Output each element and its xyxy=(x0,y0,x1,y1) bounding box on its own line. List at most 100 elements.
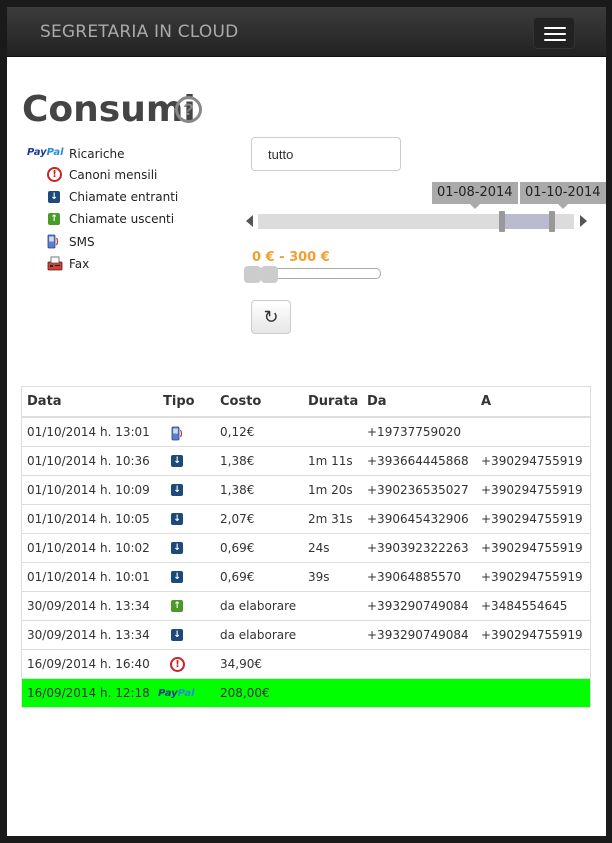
refresh-button[interactable]: ↻ xyxy=(251,300,291,334)
cell-tipo: ↓ xyxy=(158,532,215,562)
cell-durata xyxy=(303,590,362,620)
type-filter-input[interactable] xyxy=(251,137,401,171)
cell-a xyxy=(476,677,590,707)
arrow-down-icon: ↓ xyxy=(171,541,183,554)
date-to-tooltip: 01-10-2014 xyxy=(520,182,606,209)
column-header-data[interactable]: Data xyxy=(22,387,158,418)
arrow-up-icon: ↑ xyxy=(171,599,183,612)
legend-label: Chiamate entranti xyxy=(69,190,179,204)
cell-a: +390294755919 xyxy=(476,474,590,504)
cell-a: +390294755919 xyxy=(476,561,590,591)
cell-da: +390392322263 xyxy=(362,532,476,562)
cell-durata: 2m 31s xyxy=(303,503,362,533)
cell-durata: 39s xyxy=(303,561,362,591)
cell-durata: 24s xyxy=(303,532,362,562)
hamburger-icon-bar xyxy=(544,39,566,41)
cell-a: +390294755919 xyxy=(476,619,590,649)
legend-label: Fax xyxy=(69,257,90,271)
cell-durata xyxy=(303,677,362,707)
cell-da xyxy=(362,677,476,707)
cell-da: +19737759020 xyxy=(362,416,476,446)
cell-data: 01/10/2014 h. 10:09 xyxy=(22,474,158,504)
table-row[interactable]: 30/09/2014 h. 13:34 ↓ da elaborare +3932907… xyxy=(22,619,590,649)
cost-range-label: 0 € - 300 € xyxy=(252,250,330,265)
brand-logo[interactable]: SEGRETARIA IN CLOUD xyxy=(40,22,238,42)
help-icon[interactable]: ? xyxy=(175,96,202,123)
exclamation-icon: ! xyxy=(47,167,62,182)
date-range-slider[interactable] xyxy=(258,211,574,232)
cell-durata xyxy=(303,416,362,446)
cell-data: 16/09/2014 h. 12:18 xyxy=(22,677,158,707)
cell-data: 01/10/2014 h. 10:05 xyxy=(22,503,158,533)
cell-costo: 0,69€ xyxy=(215,532,303,562)
cell-costo: da elaborare xyxy=(215,619,303,649)
navbar: SEGRETARIA IN CLOUD xyxy=(7,7,606,57)
cell-costo: da elaborare xyxy=(215,590,303,620)
cell-da: +390645432906 xyxy=(362,503,476,533)
cost-range-slider[interactable] xyxy=(244,266,381,283)
table-row[interactable]: 01/10/2014 h. 13:01 0,12€ +19737759020 xyxy=(22,416,590,446)
table-row[interactable]: 30/09/2014 h. 13:34 ↑ da elaborare +3932907… xyxy=(22,590,590,620)
refresh-icon: ↻ xyxy=(263,307,279,327)
consumi-table-container: Data Tipo Costo Durata Da A 01/10/2014 h… xyxy=(21,386,591,708)
cell-data: 16/09/2014 h. 16:40 xyxy=(22,648,158,678)
date-from-handle[interactable] xyxy=(499,211,505,232)
sms-icon xyxy=(171,426,183,441)
cell-data: 01/10/2014 h. 13:01 xyxy=(22,416,158,446)
cell-a: +390294755919 xyxy=(476,503,590,533)
date-slider-left-arrow-icon[interactable] xyxy=(246,215,253,227)
hamburger-icon-bar xyxy=(544,33,566,35)
date-range-selection xyxy=(501,214,553,229)
arrow-down-icon: ↓ xyxy=(171,512,183,525)
paypal-icon: PayPal xyxy=(158,687,195,699)
cost-max-handle[interactable] xyxy=(261,266,278,283)
fax-icon xyxy=(47,256,63,271)
cell-da: +39064885570 xyxy=(362,561,476,591)
cell-tipo: ↓ xyxy=(158,561,215,591)
arrow-down-icon: ↓ xyxy=(171,454,183,467)
cell-da: +393664445868 xyxy=(362,445,476,475)
exclamation-icon: ! xyxy=(170,656,185,672)
column-header-a[interactable]: A xyxy=(476,387,590,418)
cell-data: 30/09/2014 h. 13:34 xyxy=(22,590,158,620)
table-row[interactable]: 01/10/2014 h. 10:02 ↓ 0,69€ 24s +39039232226… xyxy=(22,532,590,562)
cell-durata: 1m 20s xyxy=(303,474,362,504)
cell-data: 01/10/2014 h. 10:02 xyxy=(22,532,158,562)
consumi-table: Data Tipo Costo Durata Da A 01/10/2014 h… xyxy=(22,387,590,707)
cell-costo: 0,12€ xyxy=(215,416,303,446)
column-header-costo[interactable]: Costo xyxy=(215,387,303,418)
column-header-da[interactable]: Da xyxy=(362,387,476,418)
cell-tipo: ! xyxy=(158,648,215,678)
table-row[interactable]: 16/09/2014 h. 16:40! 34,90€ xyxy=(22,648,590,678)
cell-tipo: ↓ xyxy=(158,619,215,649)
table-row[interactable]: 01/10/2014 h. 10:01 ↓ 0,69€ 39s +39064885570… xyxy=(22,561,590,591)
column-header-tipo[interactable]: Tipo xyxy=(158,387,215,418)
cell-a: +390294755919 xyxy=(476,445,590,475)
arrow-down-icon: ↓ xyxy=(48,191,60,203)
cell-a: +3484554645 xyxy=(476,590,590,620)
date-slider-right-arrow-icon[interactable] xyxy=(580,215,587,227)
cell-data: 01/10/2014 h. 10:01 xyxy=(22,561,158,591)
table-row[interactable]: 01/10/2014 h. 10:36 ↓ 1,38€ 1m 11s +39366444… xyxy=(22,445,590,475)
cell-costo: 1,38€ xyxy=(215,445,303,475)
cell-tipo: ↑ xyxy=(158,590,215,620)
table-row[interactable]: 16/09/2014 h. 12:18 PayPal 208,00€ xyxy=(22,677,590,707)
legend-label: SMS xyxy=(69,235,95,249)
table-row[interactable]: 01/10/2014 h. 10:09 ↓ 1,38€ 1m 20s +39023653… xyxy=(22,474,590,504)
sms-icon xyxy=(47,234,59,249)
page-title: Consumi xyxy=(22,89,196,130)
arrow-down-icon: ↓ xyxy=(171,570,183,583)
cell-costo: 0,69€ xyxy=(215,561,303,591)
column-header-durata[interactable]: Durata xyxy=(303,387,362,418)
date-to-handle[interactable] xyxy=(549,211,555,232)
menu-toggle-button[interactable] xyxy=(533,17,575,49)
cell-durata: 1m 11s xyxy=(303,445,362,475)
cell-data: 30/09/2014 h. 13:34 xyxy=(22,619,158,649)
table-header-row: Data Tipo Costo Durata Da A xyxy=(22,387,590,418)
cost-min-handle[interactable] xyxy=(244,266,261,283)
cell-data: 01/10/2014 h. 10:36 xyxy=(22,445,158,475)
cell-durata xyxy=(303,648,362,678)
legend-label: Ricariche xyxy=(69,147,125,161)
table-row[interactable]: 01/10/2014 h. 10:05 ↓ 2,07€ 2m 31s +39064543… xyxy=(22,503,590,533)
paypal-icon: PayPal xyxy=(27,147,64,158)
